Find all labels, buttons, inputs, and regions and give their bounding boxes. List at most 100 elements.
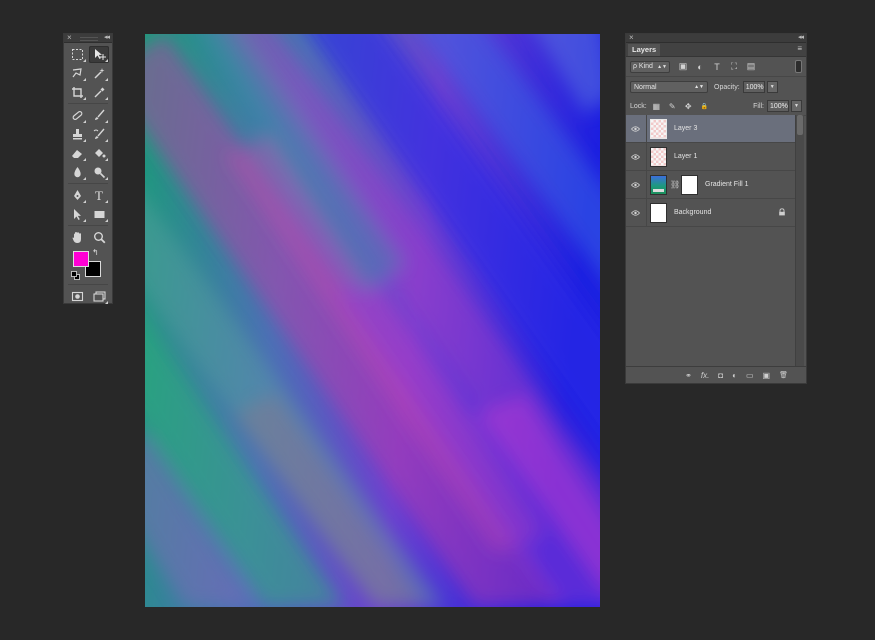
- visibility-toggle[interactable]: [626, 125, 644, 132]
- tools-panel-titlebar[interactable]: × ◂◂: [64, 33, 112, 43]
- fill-field[interactable]: 100%: [767, 100, 789, 112]
- marquee-tool[interactable]: [67, 46, 87, 63]
- new-layer-icon[interactable]: ▣: [763, 371, 771, 380]
- pixel-filter-icon[interactable]: ▣: [678, 61, 688, 72]
- document-canvas[interactable]: [145, 34, 600, 607]
- adjustment-filter-icon[interactable]: ◐: [695, 62, 705, 72]
- dodge-tool[interactable]: [89, 164, 109, 181]
- lock-transparent-icon[interactable]: ▦: [652, 102, 661, 111]
- lock-label: Lock:: [630, 102, 647, 110]
- layer-style-fx-icon[interactable]: fx.: [701, 371, 709, 380]
- crop-icon: [71, 87, 83, 98]
- add-mask-icon[interactable]: ◘: [718, 371, 723, 380]
- healing-brush-tool[interactable]: [67, 107, 87, 124]
- opacity-label: Opacity:: [714, 83, 740, 91]
- scrollbar-thumb[interactable]: [797, 115, 803, 135]
- paint-bucket-tool[interactable]: [89, 145, 109, 162]
- layer-row-gradient-fill-1[interactable]: ⛓ Gradient Fill 1: [626, 171, 796, 199]
- clone-stamp-tool[interactable]: [67, 126, 87, 143]
- filter-kind-select[interactable]: ρ Kind ▲▼: [630, 60, 670, 73]
- layer-thumbnail: [650, 118, 667, 139]
- layer-row-layer-1[interactable]: Layer 1: [626, 143, 796, 171]
- close-icon[interactable]: ×: [629, 33, 634, 42]
- opacity-dropdown-icon[interactable]: ▼: [766, 81, 778, 93]
- eyedropper-icon: [94, 87, 104, 98]
- path-select-icon: [73, 209, 81, 220]
- paint-bucket-icon: [94, 149, 105, 158]
- fill-label: Fill:: [753, 102, 764, 110]
- tools-panel: × ◂◂ T ↰: [63, 33, 113, 304]
- eye-icon: [630, 209, 640, 216]
- layer-row-layer-3[interactable]: Layer 3: [626, 115, 796, 143]
- eyedropper-tool[interactable]: [89, 84, 109, 101]
- shape-filter-icon[interactable]: ⛶: [729, 61, 739, 72]
- adjustment-layer-icon[interactable]: ◐: [732, 371, 737, 380]
- pen-icon: [73, 190, 81, 200]
- blend-mode-select[interactable]: Normal ▲▼: [630, 81, 708, 93]
- lock-image-icon[interactable]: ✎: [668, 102, 677, 111]
- fill-dropdown-icon[interactable]: ▼: [791, 100, 802, 112]
- screen-mode-icon: [92, 291, 106, 302]
- blend-mode-row: Normal ▲▼ Opacity: 100% ▼: [626, 77, 806, 97]
- layers-scrollbar[interactable]: [795, 115, 804, 367]
- marquee-icon: [71, 49, 83, 60]
- type-filter-icon[interactable]: T: [712, 62, 722, 72]
- hand-tool[interactable]: [67, 229, 87, 246]
- canvas-artwork: [145, 34, 600, 607]
- collapse-icon[interactable]: ◂◂: [104, 33, 110, 42]
- eye-icon: [630, 181, 640, 188]
- filter-kind-label: ρ Kind: [633, 63, 653, 70]
- visibility-toggle[interactable]: [626, 209, 644, 216]
- opacity-field[interactable]: 100%: [742, 81, 765, 93]
- gradient-fill-thumbnail: [650, 174, 667, 195]
- visibility-toggle[interactable]: [626, 181, 644, 188]
- default-colors-icon[interactable]: [71, 271, 80, 280]
- layer-name: Layer 3: [674, 125, 698, 132]
- type-tool[interactable]: T: [89, 187, 109, 204]
- blur-tool[interactable]: [67, 164, 87, 181]
- move-tool[interactable]: [89, 46, 109, 63]
- tab-layers[interactable]: Layers: [628, 44, 661, 56]
- rectangle-tool[interactable]: [89, 206, 109, 223]
- layers-panel: × ◂◂ Layers ≡ ρ Kind ▲▼ ▣ ◐ T ⛶ ▤ Normal…: [625, 33, 807, 384]
- trash-icon[interactable]: 🗑: [779, 371, 788, 379]
- filter-toggle-switch[interactable]: [795, 60, 802, 73]
- healing-brush-icon: [72, 110, 82, 121]
- eraser-icon: [71, 150, 82, 158]
- history-brush-tool[interactable]: [89, 126, 109, 143]
- foreground-color-swatch[interactable]: [73, 251, 89, 267]
- lock-icon: [779, 208, 785, 216]
- close-icon[interactable]: ×: [67, 33, 72, 42]
- lasso-icon: [72, 68, 82, 78]
- layers-footer: ⚭ fx. ◘ ◐ ▭ ▣ 🗑: [626, 366, 806, 383]
- pen-tool[interactable]: [67, 187, 87, 204]
- lock-position-icon[interactable]: ✥: [684, 102, 693, 111]
- crop-tool[interactable]: [67, 84, 87, 101]
- brush-tool[interactable]: [89, 107, 109, 124]
- link-layers-icon[interactable]: ⚭: [685, 371, 692, 380]
- quick-mask-button[interactable]: [67, 288, 87, 305]
- lasso-tool[interactable]: [67, 65, 87, 82]
- layers-panel-titlebar[interactable]: × ◂◂: [626, 33, 806, 43]
- swap-colors-icon[interactable]: ↰: [92, 248, 99, 257]
- panel-menu-icon[interactable]: ≡: [797, 44, 802, 54]
- lock-all-icon[interactable]: 🔒: [700, 103, 709, 110]
- color-swatches: ↰: [64, 247, 112, 283]
- path-select-tool[interactable]: [67, 206, 87, 223]
- fill-value: 100%: [770, 102, 788, 110]
- hand-icon: [72, 232, 81, 243]
- new-group-folder-icon[interactable]: ▭: [746, 371, 754, 380]
- updown-arrows-icon: ▲▼: [694, 84, 704, 90]
- link-chain-icon[interactable]: ⛓: [670, 180, 680, 189]
- smart-object-filter-icon[interactable]: ▤: [746, 61, 756, 72]
- blend-mode-value: Normal: [634, 83, 657, 91]
- drag-grip[interactable]: [80, 37, 98, 41]
- visibility-toggle[interactable]: [626, 153, 644, 160]
- eraser-tool[interactable]: [67, 145, 87, 162]
- screen-mode-button[interactable]: [89, 288, 109, 305]
- zoom-tool[interactable]: [89, 229, 109, 246]
- collapse-icon[interactable]: ◂◂: [798, 33, 804, 42]
- magic-wand-tool[interactable]: [89, 65, 109, 82]
- layer-name: Gradient Fill 1: [705, 181, 749, 188]
- layer-row-background[interactable]: Background: [626, 199, 796, 227]
